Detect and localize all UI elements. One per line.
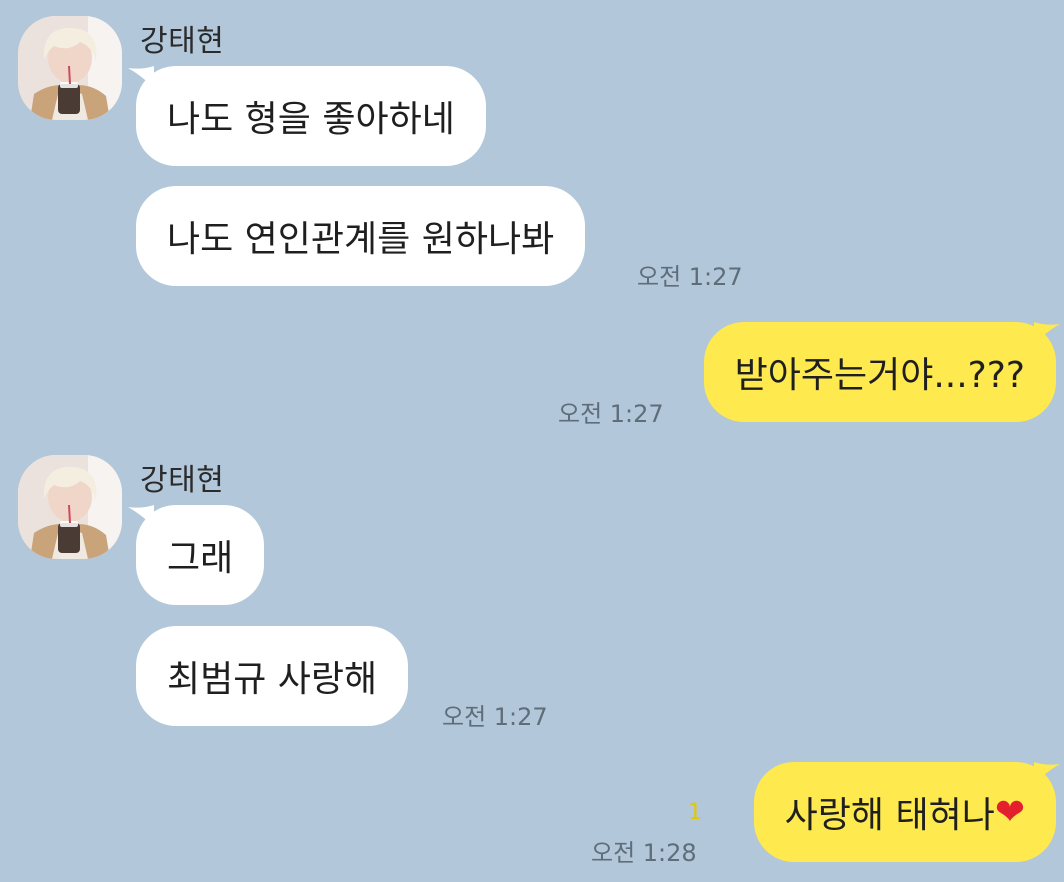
message-text: 그래 xyxy=(167,538,234,579)
profile-photo-icon xyxy=(18,455,122,559)
message-timestamp: 오전 1:27 xyxy=(442,703,548,731)
message-bubble[interactable]: 나도 형을 좋아하네 xyxy=(136,66,486,166)
sender-avatar[interactable] xyxy=(18,455,122,559)
message-timestamp: 오전 1:28 xyxy=(591,839,697,867)
message-text: 나도 연인관계를 원하나봐 xyxy=(167,219,555,260)
message-text: 나도 형을 좋아하네 xyxy=(167,99,455,140)
unread-count: 1 xyxy=(688,800,702,825)
message-text: 사랑해 태혀나 xyxy=(784,795,995,836)
message-text: 받아주는거야...??? xyxy=(734,355,1025,396)
message-bubble[interactable]: 최범규 사랑해 xyxy=(136,626,409,726)
bubble-tail xyxy=(1034,762,1060,784)
sender-avatar[interactable] xyxy=(18,16,122,120)
profile-photo-icon xyxy=(18,16,122,120)
message-bubble[interactable]: 그래 xyxy=(136,505,265,605)
message-bubble[interactable]: 받아주는거야...??? xyxy=(703,322,1056,422)
message-bubble[interactable]: 사랑해 태혀나 ❤ xyxy=(753,762,1056,862)
sender-name: 강태현 xyxy=(140,24,225,59)
message-bubble[interactable]: 나도 연인관계를 원하나봐 xyxy=(136,186,586,286)
sender-name: 강태현 xyxy=(140,463,225,498)
bubble-tail xyxy=(1034,322,1060,344)
message-text: 최범규 사랑해 xyxy=(167,659,378,700)
message-timestamp: 오전 1:27 xyxy=(637,263,743,291)
message-timestamp: 오전 1:27 xyxy=(558,400,664,428)
heart-emoji-icon: ❤ xyxy=(994,791,1025,833)
